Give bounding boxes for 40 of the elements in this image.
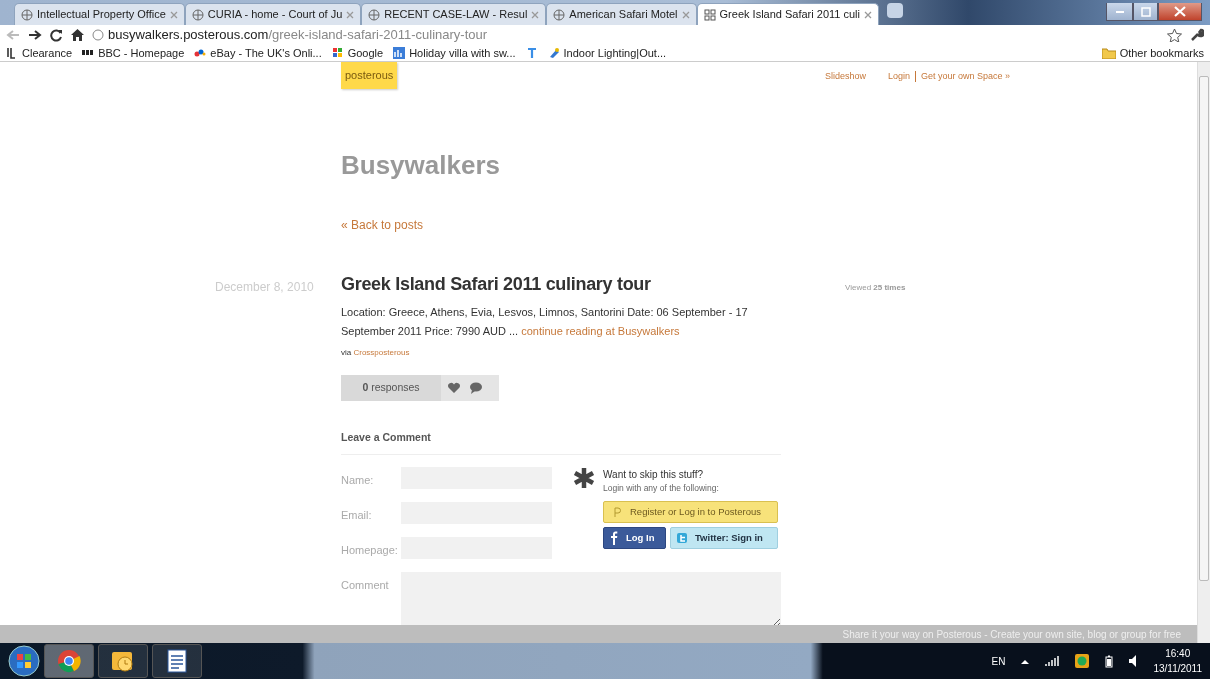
language-indicator[interactable]: EN	[991, 653, 1006, 669]
post-title: Greek Island Safari 2011 culinary tour	[341, 273, 652, 296]
clock-time: 16:40	[1164, 647, 1192, 661]
browser-tab[interactable]: Greek Island Safari 2011 culi	[696, 3, 879, 25]
login-button[interactable]: Twitter: Sign in	[670, 526, 778, 549]
bookmark-link[interactable]: Clearance	[6, 44, 73, 62]
nav-link[interactable]: Get your own Space »	[920, 70, 1010, 84]
source-link[interactable]: Crossposterous	[353, 348, 410, 358]
field-label: Homepage:	[341, 543, 399, 559]
via-text: via Crossposterous	[341, 347, 411, 360]
field-label: Comment	[341, 578, 390, 594]
back-link[interactable]: « Back to posts	[341, 215, 424, 234]
browser-tab[interactable]: CURIA - home - Court of Ju	[184, 3, 362, 25]
bookmark-link[interactable]: Holiday villa with sw...	[393, 44, 516, 62]
bookmark-link[interactable]: Google	[331, 44, 384, 62]
field-label: Email:	[341, 508, 373, 524]
login-button[interactable]: Register or Log in to Posterous	[603, 500, 778, 523]
url-text: busywalkers.posterous.com/greek-island-safari-2011-culinary-tour	[108, 26, 488, 45]
bookmark-link[interactable]: BBC - Homepage	[82, 44, 185, 62]
continue-reading-link[interactable]: continue reading at Busywalkers	[521, 325, 680, 338]
browser-tab[interactable]: Intellectual Property Office	[14, 3, 185, 25]
skip-subtitle: Login with any of the following:	[603, 482, 720, 495]
bookmark-folder[interactable]: Other bookmarks	[1101, 44, 1204, 62]
bookmark-link[interactable]: eBay - The UK's Onli...	[194, 44, 322, 62]
responses-button[interactable]: 0 responses	[341, 375, 441, 402]
nav-link[interactable]: Login	[887, 70, 910, 84]
address-bar[interactable]: busywalkers.posterous.com/greek-island-safari-2011-culinary-tour	[92, 25, 1159, 45]
clock-date: 13/11/2011	[1153, 662, 1202, 676]
browser-tab[interactable]: RECENT CASE-LAW - Resul	[361, 3, 547, 25]
blog-title: Busywalkers	[341, 149, 501, 181]
field-label: Name:	[341, 473, 375, 489]
browser-tab[interactable]: American Safari Motel	[546, 3, 697, 25]
bookmark-link[interactable]: Indoor Lighting|Out...	[547, 44, 667, 62]
view-count: Viewed 25 times	[845, 281, 906, 294]
post-body: Location: Greece, Athens, Evia, Lesvos, Limnos, Santorini Date: 06 September - 17 September 2011 Price: 7990 AUD ... continue reading at Busywalkers	[341, 305, 749, 340]
skip-title: Want to skip this stuff?	[603, 468, 705, 483]
logo[interactable]: posterous	[341, 62, 398, 89]
nav-link[interactable]: Slideshow	[824, 70, 866, 84]
comment-heading: Leave a Comment	[341, 430, 781, 456]
login-button[interactable]: Log In	[603, 526, 666, 549]
